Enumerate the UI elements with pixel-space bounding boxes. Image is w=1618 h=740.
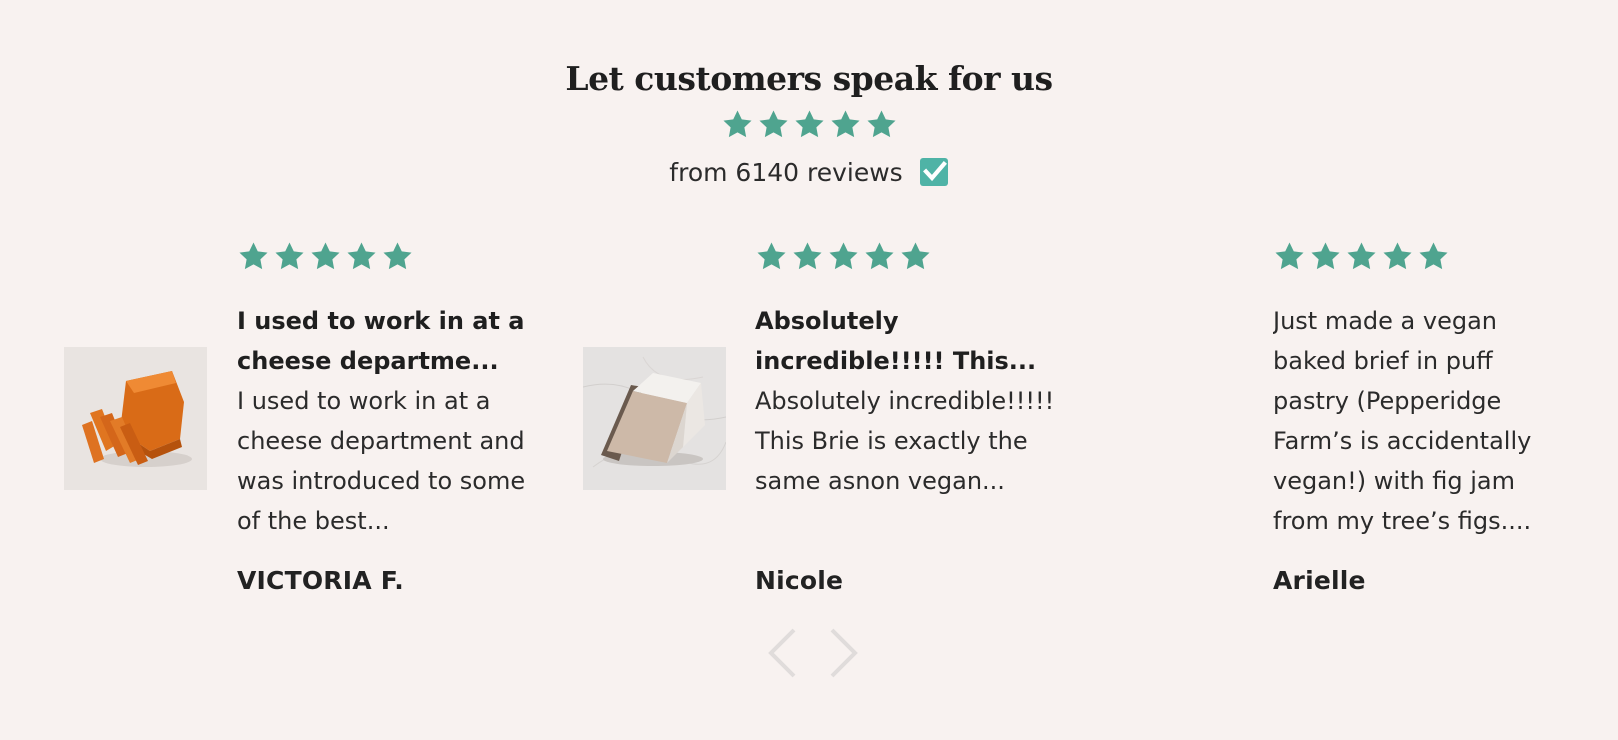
- section-heading: Let customers speak for us: [565, 59, 1053, 98]
- reviews-carousel: I used to work in at a cheese departme..…: [0, 240, 1618, 620]
- overall-rating-stars: [721, 108, 898, 141]
- verified-check-icon: [919, 158, 948, 186]
- star-icon: [311, 242, 340, 270]
- star-icon: [794, 110, 824, 138]
- review-photo[interactable]: [64, 347, 207, 490]
- star-icon: [866, 110, 896, 138]
- star-icon: [1419, 242, 1448, 270]
- review-card: Just made a vegan baked brief in puff pa…: [1100, 240, 1600, 620]
- star-icon: [347, 242, 376, 270]
- star-icon: [1311, 242, 1340, 270]
- review-count-summary: from 6140 reviews: [669, 157, 948, 187]
- review-title[interactable]: I used to work in at a cheese departme..…: [237, 301, 537, 381]
- star-icon: [1275, 242, 1304, 270]
- star-icon: [758, 110, 788, 138]
- star-icon: [1347, 242, 1376, 270]
- carousel-navigation: [762, 625, 864, 681]
- orange-cheese-image: [64, 347, 207, 490]
- review-content: I used to work in at a cheese departme..…: [237, 240, 537, 541]
- star-icon: [239, 242, 268, 270]
- star-icon: [275, 242, 304, 270]
- review-card: Absolutely incredible!!!!! This... Absol…: [560, 240, 1080, 620]
- review-card: I used to work in at a cheese departme..…: [0, 240, 540, 620]
- review-photo[interactable]: [583, 347, 726, 490]
- review-rating-stars: [237, 240, 414, 273]
- star-icon: [865, 242, 894, 270]
- star-icon: [901, 242, 930, 270]
- brie-wedge-image: [583, 347, 726, 490]
- star-icon: [793, 242, 822, 270]
- star-icon: [830, 110, 860, 138]
- star-icon: [383, 242, 412, 270]
- review-title[interactable]: Absolutely incredible!!!!! This...: [755, 301, 1055, 381]
- star-icon: [722, 110, 752, 138]
- next-button[interactable]: [824, 625, 864, 681]
- review-author: Arielle: [1273, 566, 1366, 595]
- reviews-section: Let customers speak for us from 6140 rev…: [0, 0, 1618, 740]
- review-content: Just made a vegan baked brief in puff pa…: [1273, 240, 1573, 541]
- review-author: Nicole: [755, 566, 844, 595]
- review-author: VICTORIA F.: [237, 566, 405, 595]
- review-rating-stars: [755, 240, 932, 273]
- review-content: Absolutely incredible!!!!! This... Absol…: [755, 240, 1055, 501]
- chevron-left-icon: [768, 628, 796, 678]
- review-text[interactable]: I used to work in at a cheese department…: [237, 381, 537, 541]
- review-count-text: from 6140 reviews: [669, 157, 903, 187]
- review-text[interactable]: Absolutely incredible!!!!! This Brie is …: [755, 381, 1055, 501]
- star-icon: [1383, 242, 1412, 270]
- star-icon: [757, 242, 786, 270]
- chevron-right-icon: [830, 628, 858, 678]
- review-rating-stars: [1273, 240, 1450, 273]
- star-icon: [829, 242, 858, 270]
- reviews-header: Let customers speak for us from 6140 rev…: [0, 52, 1618, 187]
- previous-button[interactable]: [762, 625, 802, 681]
- review-text[interactable]: Just made a vegan baked brief in puff pa…: [1273, 301, 1573, 541]
